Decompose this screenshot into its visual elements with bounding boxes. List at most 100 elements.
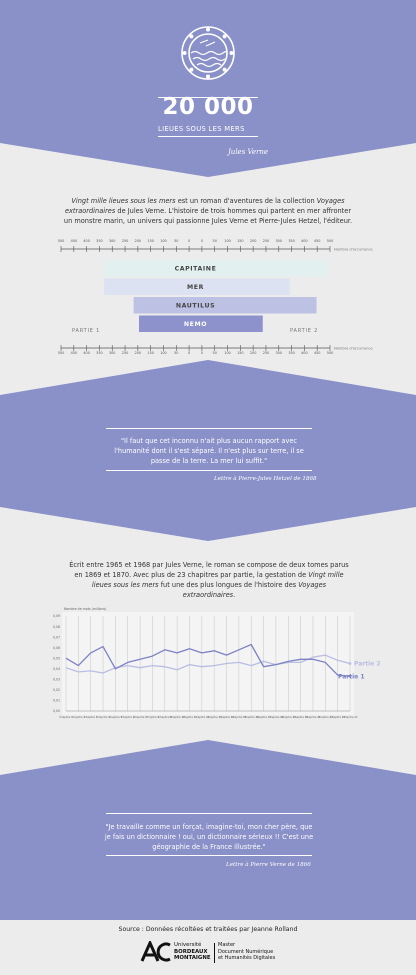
y-tick-label: 0,08 xyxy=(53,625,60,629)
x-tick-label: Chapitre 24 xyxy=(342,715,358,719)
part1-label: PARTIE 1 xyxy=(72,328,100,334)
top-axis-label: Nombre d'occurrence xyxy=(334,248,373,252)
univ-line2: BORDEAUX xyxy=(174,948,208,955)
composition-text-b: fut une des plus longues de l'histoire d… xyxy=(158,581,299,589)
bottom-tick-label: 150 xyxy=(147,351,153,355)
title-top-rule xyxy=(158,97,258,98)
y-tick-label: 0,05 xyxy=(53,656,60,660)
top-tick-label: 0 xyxy=(188,239,190,243)
bottom-tick-label: 500 xyxy=(327,351,333,355)
quote2-bottom-rule xyxy=(106,855,312,856)
top-tick-label: 500 xyxy=(58,239,64,243)
footer-source: Source : Données récoltées et traitées p… xyxy=(118,926,298,933)
top-tick-label: 200 xyxy=(135,239,141,243)
bottom-tick-label: 500 xyxy=(58,351,64,355)
bottom-tick-label: 450 xyxy=(314,351,320,355)
master-name: Master Document Numérique et Humanités D… xyxy=(218,942,275,962)
bar-label: NEMO xyxy=(184,321,207,328)
top-tick-label: 400 xyxy=(83,239,89,243)
series-label-partie-2: Partie 2 xyxy=(354,661,381,668)
master-line1: Master xyxy=(218,942,236,948)
title-subtitle: LIEUES SOUS LES MERS xyxy=(158,125,245,133)
quote1-top-rule xyxy=(106,428,312,429)
univ-line1: Université xyxy=(174,942,202,948)
university-name: Université BORDEAUX MONTAIGNE xyxy=(174,942,211,962)
top-tick-label: 50 xyxy=(174,239,178,243)
top-tick-label: 450 xyxy=(314,239,320,243)
bottom-tick-label: 50 xyxy=(213,351,217,355)
top-tick-label: 100 xyxy=(160,239,166,243)
composition-text-a: Écrit entre 1965 et 1968 par Jules Verne… xyxy=(69,561,349,579)
plot-area xyxy=(62,612,354,715)
top-tick-label: 150 xyxy=(237,239,243,243)
bordeaux-montaigne-logo-icon xyxy=(140,941,171,962)
series-end-point xyxy=(348,662,352,665)
bottom-tick-label: 100 xyxy=(224,351,230,355)
intro-paragraph: Vingt mille lieues sous les mers est un … xyxy=(62,196,354,226)
y-tick-label: 0,03 xyxy=(53,678,60,682)
univ-line3: MONTAIGNE xyxy=(174,955,211,962)
quote1-signature: Lettre à Pierre-Jules Hetzel de 1868 xyxy=(214,476,317,482)
author-signature: Jules Verne xyxy=(228,148,269,156)
top-tick-label: 200 xyxy=(250,239,256,243)
bar-label: CAPITAINE xyxy=(175,266,217,273)
bottom-tick-label: 300 xyxy=(109,351,115,355)
part2-label: PARTIE 2 xyxy=(290,328,318,334)
quote1-text: "Il faut que cet inconnu n'ait plus aucu… xyxy=(114,437,304,465)
top-tick-label: 100 xyxy=(224,239,230,243)
title-bottom-rule xyxy=(158,136,258,137)
series-label-partie-1: Partie 1 xyxy=(338,674,365,681)
intro-text-a: est un roman d'aventures de la collectio… xyxy=(175,197,317,205)
chapter-line-chart: Nombre de mots (millions) 0,09 0,08 0,07 0,0… xyxy=(53,607,381,719)
bottom-tick-label: 400 xyxy=(301,351,307,355)
quote2-signature: Lettre à Pierre Verne de 1866 xyxy=(226,862,311,868)
composition-text-c: . xyxy=(233,591,236,599)
bottom-tick-label: 100 xyxy=(160,351,166,355)
y-tick-label: 0,06 xyxy=(53,646,60,650)
top-tick-label: 500 xyxy=(327,239,333,243)
quote1-bottom-rule xyxy=(106,470,312,471)
top-tick-label: 250 xyxy=(122,239,128,243)
intro-book-title: Vingt mille lieues sous les mers xyxy=(71,197,176,205)
y-tick-label: 0,07 xyxy=(53,635,60,639)
bottom-tick-label: 0 xyxy=(201,351,203,355)
porthole-logo-icon xyxy=(181,26,235,80)
top-tick-label: 350 xyxy=(96,239,102,243)
bar-label: NAUTILUS xyxy=(176,303,215,310)
bottom-tick-label: 400 xyxy=(83,351,89,355)
bottom-axis-label: Nombre d'occurrence xyxy=(334,347,373,351)
y-axis-label: Nombre de mots (millions) xyxy=(64,607,106,611)
top-tick-label: 300 xyxy=(276,239,282,243)
y-tick-label: 0,01 xyxy=(53,699,60,703)
top-tick-label: 0 xyxy=(201,239,203,243)
top-tick-label: 150 xyxy=(147,239,153,243)
master-line3: et Humanités Digitales xyxy=(218,955,276,962)
bottom-tick-label: 0 xyxy=(188,351,190,355)
y-tick-label: 0,02 xyxy=(53,688,60,692)
bottom-tick-label: 450 xyxy=(71,351,77,355)
y-tick-label: 0,00 xyxy=(53,709,60,713)
top-tick-label: 250 xyxy=(263,239,269,243)
bottom-tick-label: 150 xyxy=(237,351,243,355)
bottom-tick-label: 350 xyxy=(288,351,294,355)
top-tick-label: 350 xyxy=(288,239,294,243)
top-tick-label: 450 xyxy=(71,239,77,243)
bar-nautilus xyxy=(133,297,317,314)
y-tick-label: 0,04 xyxy=(53,667,60,671)
quote2-text: "Je travaille comme un forçat, imagine-t… xyxy=(104,823,314,851)
composition-paragraph: Écrit entre 1965 et 1968 par Jules Verne… xyxy=(68,560,350,600)
bottom-tick-label: 250 xyxy=(263,351,269,355)
bottom-tick-label: 200 xyxy=(135,351,141,355)
quote2-top-rule xyxy=(106,813,312,814)
bottom-tick-label: 300 xyxy=(276,351,282,355)
bottom-tick-label: 50 xyxy=(174,351,178,355)
top-tick-label: 300 xyxy=(109,239,115,243)
top-tick-label: 400 xyxy=(301,239,307,243)
occurrence-chart: 500 450 400 350 300 250 200 150 100 50 0 0 50 100 150 2… xyxy=(58,239,374,355)
bar-label: MER xyxy=(187,284,204,291)
bottom-tick-label: 350 xyxy=(96,351,102,355)
bottom-tick-label: 200 xyxy=(250,351,256,355)
y-tick-label: 0,09 xyxy=(53,614,60,618)
top-tick-label: 50 xyxy=(213,239,217,243)
bottom-tick-label: 250 xyxy=(122,351,128,355)
